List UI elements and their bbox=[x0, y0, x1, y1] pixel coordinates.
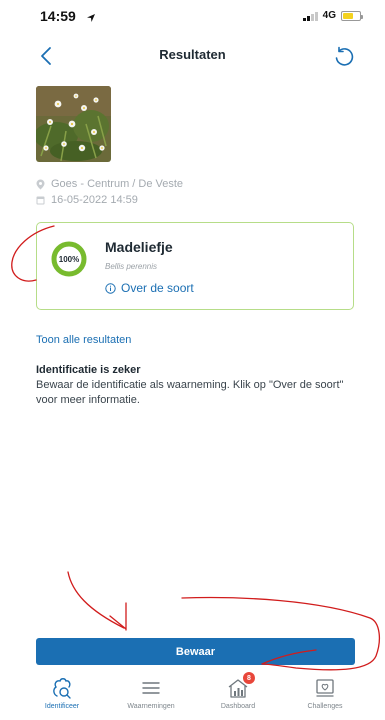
restart-button[interactable] bbox=[331, 44, 357, 70]
status-time: 14:59 bbox=[40, 8, 76, 24]
tab-label: Waarnemingen bbox=[127, 703, 175, 710]
calendar-icon bbox=[36, 196, 45, 205]
tab-bar: Identificeer Waarnemingen 8 Dashboard Ch… bbox=[0, 672, 385, 720]
challenges-icon bbox=[313, 676, 337, 700]
page-title: Resultaten bbox=[159, 47, 226, 62]
location-text: Goes - Centrum / De Veste bbox=[51, 178, 184, 190]
dashboard-icon: 8 bbox=[226, 672, 255, 700]
annotation-arrow-head bbox=[109, 602, 127, 631]
species-latin-name: Bellis perennis bbox=[105, 262, 158, 271]
datetime-row: 16-05-2022 14:59 bbox=[36, 192, 183, 208]
observation-photo[interactable] bbox=[36, 86, 111, 162]
list-icon bbox=[139, 676, 163, 700]
show-all-results-link[interactable]: Toon alle resultaten bbox=[36, 334, 131, 346]
save-button[interactable]: Bewaar bbox=[36, 638, 355, 665]
observation-meta: Goes - Centrum / De Veste 16-05-2022 14:… bbox=[36, 176, 183, 208]
signal-icon bbox=[302, 11, 318, 21]
species-name: Madeliefje bbox=[105, 239, 173, 255]
tab-label: Identificeer bbox=[44, 703, 80, 710]
tab-challenges[interactable]: Challenges bbox=[285, 676, 365, 718]
status-indicators: 4G bbox=[302, 10, 363, 21]
info-icon bbox=[105, 282, 116, 294]
tab-label: Challenges bbox=[307, 703, 343, 710]
about-species-link[interactable]: Over de soort bbox=[105, 281, 194, 295]
location-arrow-icon bbox=[86, 10, 96, 28]
tab-waarnemingen[interactable]: Waarnemingen bbox=[111, 676, 191, 718]
header: Resultaten bbox=[0, 42, 385, 72]
datetime-text: 16-05-2022 14:59 bbox=[51, 194, 138, 206]
identify-icon bbox=[50, 676, 74, 700]
result-card[interactable]: 100% Madeliefje Bellis perennis Over de … bbox=[36, 222, 354, 310]
tab-identificeer[interactable]: Identificeer bbox=[22, 676, 102, 718]
about-species-label: Over de soort bbox=[121, 281, 194, 295]
notification-badge: 8 bbox=[243, 672, 255, 684]
battery-icon bbox=[341, 10, 363, 21]
score-label: 100% bbox=[58, 254, 80, 264]
identification-text: Bewaar de identificatie als waarneming. … bbox=[36, 379, 344, 406]
status-bar: 14:59 4G bbox=[0, 0, 385, 30]
redo-icon bbox=[335, 46, 354, 66]
network-type: 4G bbox=[322, 10, 336, 21]
location-pin-icon bbox=[36, 179, 45, 189]
tab-label: Dashboard bbox=[220, 703, 256, 710]
annotation-arrow-line bbox=[67, 571, 125, 629]
identification-title: Identificatie is zeker bbox=[36, 364, 141, 376]
location-row: Goes - Centrum / De Veste bbox=[36, 176, 183, 192]
tab-dashboard[interactable]: 8 Dashboard bbox=[198, 672, 278, 718]
